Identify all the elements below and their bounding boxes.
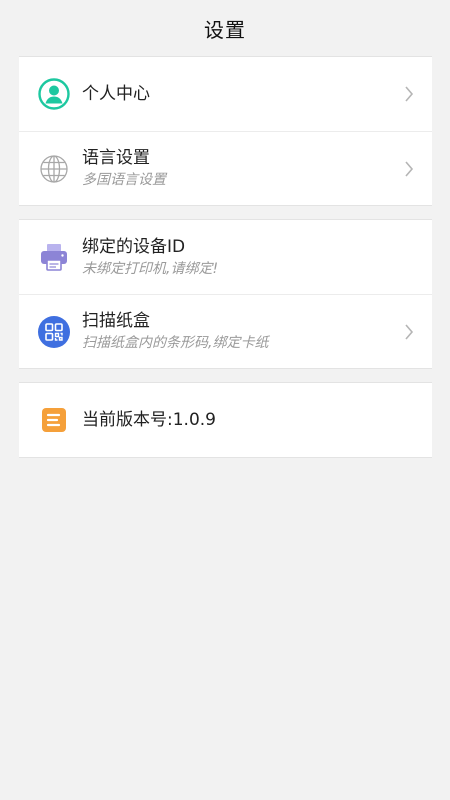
document-icon (38, 404, 70, 436)
chevron-right-icon (402, 159, 416, 179)
chevron-right-icon (402, 322, 416, 342)
settings-item-profile[interactable]: 个人中心 (19, 57, 432, 131)
user-icon (38, 78, 70, 110)
settings-item-bound-device[interactable]: 绑定的设备ID 未绑定打印机,请绑定! (19, 220, 432, 294)
chevron-right-icon (402, 84, 416, 104)
header: 设置 (0, 0, 450, 56)
settings-item-scan-box[interactable]: 扫描纸盒 扫描纸盒内的条形码,绑定卡纸 (19, 294, 432, 368)
settings-item-language[interactable]: 语言设置 多国语言设置 (19, 131, 432, 205)
settings-group-about: 当前版本号:1.0.9 (19, 382, 432, 458)
version-label: 当前版本号:1.0.9 (82, 410, 216, 430)
settings-group-device: 绑定的设备ID 未绑定打印机,请绑定! 扫描纸盒 扫描纸盒内的条形码,绑定卡纸 (19, 219, 432, 369)
settings-item-label: 语言设置 (82, 148, 150, 168)
settings-item-subtitle: 未绑定打印机,请绑定! (82, 260, 219, 277)
settings-group-account: 个人中心 语言设置 多国语言设置 (19, 56, 432, 206)
settings-item-subtitle: 多国语言设置 (82, 172, 166, 188)
page-title: 设置 (204, 17, 246, 42)
settings-item-label: 扫描纸盒 (82, 311, 150, 331)
settings-screen: 设置 个人中心 语言设置 多国语言设置 绑定的设备ID 未绑定打印机,请绑定! … (0, 0, 450, 800)
globe-icon (38, 153, 70, 185)
printer-icon (38, 241, 70, 273)
qr-code-icon (38, 315, 70, 348)
settings-item-subtitle: 扫描纸盒内的条形码,绑定卡纸 (82, 335, 269, 351)
settings-item-label: 个人中心 (82, 84, 150, 104)
settings-item-label: 绑定的设备ID (82, 236, 186, 257)
settings-item-version: 当前版本号:1.0.9 (19, 383, 432, 457)
